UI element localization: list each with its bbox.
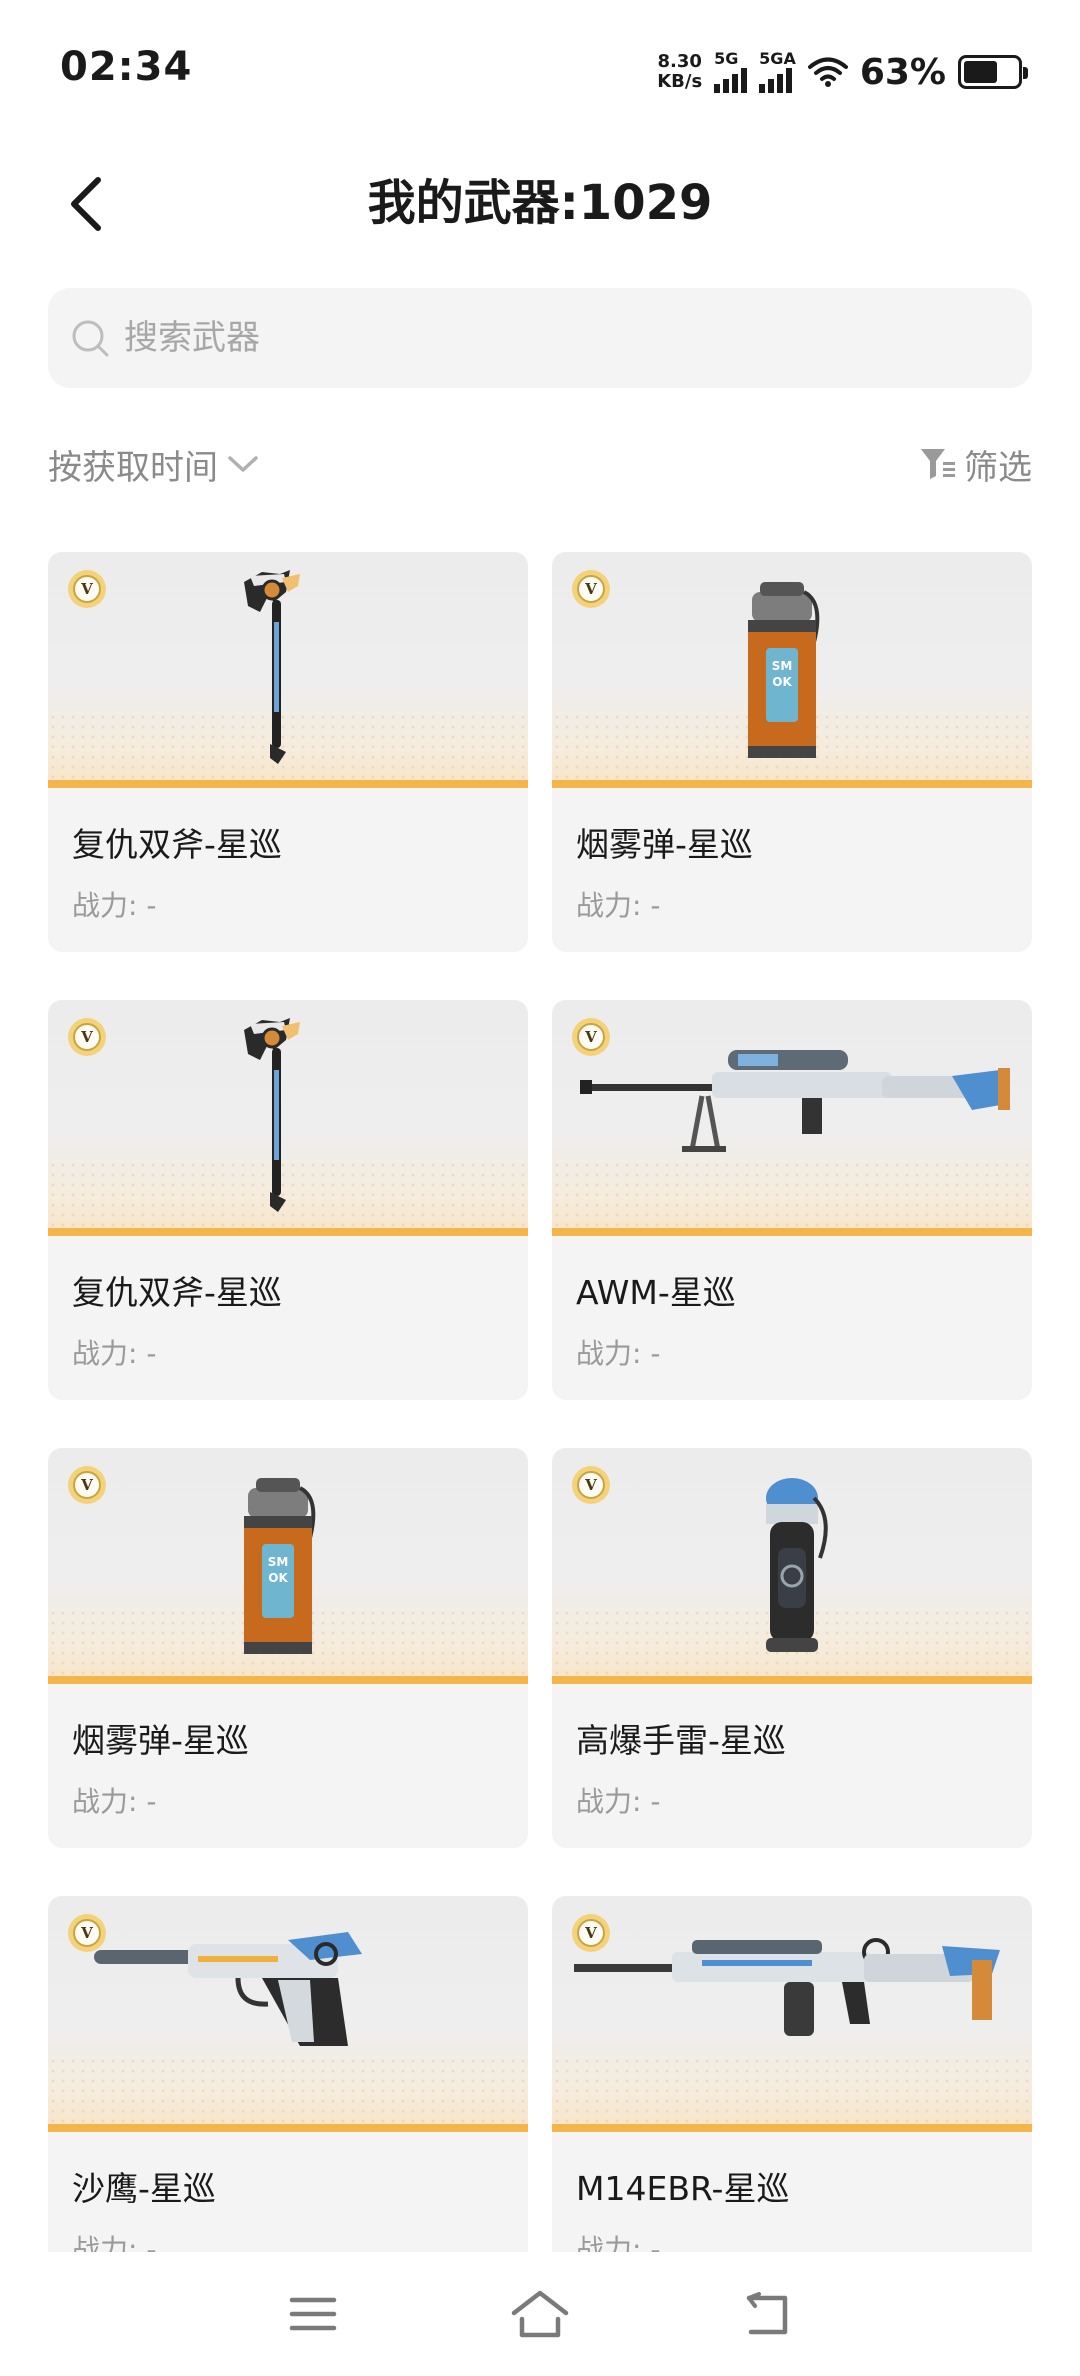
rarity-bar	[552, 780, 1032, 788]
rarity-bar	[48, 1228, 528, 1236]
svg-text:OK: OK	[772, 675, 792, 689]
signal-5g-label: 5G	[714, 49, 739, 68]
weapon-card[interactable]: V M14EBR-星巡 战力: -	[552, 1896, 1032, 2252]
status-bar: 02:34 8.30 KB/s 5G 5GA 63%	[0, 0, 1080, 130]
weapon-image: V	[48, 1896, 528, 2132]
nav-home-button[interactable]	[500, 2274, 580, 2354]
weapon-card[interactable]: V 复仇双斧-星巡 战力: -	[48, 552, 528, 952]
weapon-image: V SM OK	[48, 1448, 528, 1684]
weapon-power: 战力: -	[72, 889, 157, 922]
battery-level	[964, 61, 997, 83]
weapon-grid: V 复仇双斧-星巡 战力: - V SM OK 烟雾弹-星巡 战力: - V 复…	[48, 552, 1032, 2252]
weapon-name: AWM-星巡	[576, 1273, 736, 1312]
weapon-name: 复仇双斧-星巡	[72, 825, 282, 864]
rarity-bar	[48, 1676, 528, 1684]
weapon-power: 战力: -	[576, 1337, 661, 1370]
nav-menu-button[interactable]	[273, 2274, 353, 2354]
signal-5ga-label: 5GA	[759, 49, 796, 68]
rarity-bar	[552, 1676, 1032, 1684]
svg-text:OK: OK	[268, 1571, 288, 1585]
network-speed-value: 8.30	[657, 51, 702, 72]
weapon-power: 战力: -	[576, 889, 661, 922]
search-icon	[72, 320, 109, 357]
chevron-down-icon	[228, 456, 258, 472]
rarity-bar	[48, 2124, 528, 2132]
status-icons: 8.30 KB/s 5G 5GA 63%	[657, 49, 1028, 94]
weapon-name: 沙鹰-星巡	[72, 2169, 216, 2208]
rarity-bar	[552, 2124, 1032, 2132]
search-input[interactable]	[124, 318, 974, 358]
weapon-image: V	[552, 1448, 1032, 1684]
weapon-power: 战力: -	[72, 2233, 157, 2252]
weapon-card[interactable]: V 复仇双斧-星巡 战力: -	[48, 1000, 528, 1400]
weapon-name: 高爆手雷-星巡	[576, 1721, 786, 1760]
weapon-power: 战力: -	[72, 1785, 157, 1818]
filter-button[interactable]: 筛选	[918, 436, 1032, 492]
battery-icon	[958, 55, 1028, 89]
sort-label: 按获取时间	[48, 447, 218, 488]
weapon-card[interactable]: V AWM-星巡 战力: -	[552, 1000, 1032, 1400]
weapon-card[interactable]: V 沙鹰-星巡 战力: -	[48, 1896, 528, 2252]
weapon-image: V	[552, 1896, 1032, 2132]
search-box[interactable]	[48, 288, 1032, 388]
rarity-bar	[48, 780, 528, 788]
svg-text:SM: SM	[268, 1555, 289, 1569]
sort-dropdown[interactable]: 按获取时间	[48, 436, 260, 492]
weapon-name: 复仇双斧-星巡	[72, 1273, 282, 1312]
signal-5g-icon: 5G	[714, 49, 748, 93]
weapon-image: V SM OK	[552, 552, 1032, 788]
menu-icon	[290, 2297, 337, 2331]
network-speed-unit: KB/s	[657, 71, 703, 92]
weapon-image: V	[552, 1000, 1032, 1236]
system-nav-bar	[0, 2252, 1080, 2376]
weapon-power: 战力: -	[576, 2233, 661, 2252]
weapon-power: 战力: -	[576, 1785, 661, 1818]
svg-text:SM: SM	[772, 659, 793, 673]
weapon-name: 烟雾弹-星巡	[72, 1721, 249, 1760]
home-icon	[511, 2290, 569, 2338]
battery-percent: 63%	[859, 51, 946, 93]
rarity-bar	[552, 1228, 1032, 1236]
weapon-power: 战力: -	[72, 1337, 157, 1370]
weapon-card[interactable]: V 高爆手雷-星巡 战力: -	[552, 1448, 1032, 1848]
wifi-icon	[807, 57, 848, 87]
weapon-name: M14EBR-星巡	[576, 2169, 790, 2208]
nav-back-button[interactable]	[727, 2274, 807, 2354]
filter-label: 筛选	[964, 447, 1032, 488]
network-speed: 8.30 KB/s	[657, 52, 702, 92]
back-icon	[746, 2292, 787, 2335]
weapon-card[interactable]: V SM OK 烟雾弹-星巡 战力: -	[552, 552, 1032, 952]
signal-5ga-icon: 5GA	[759, 51, 796, 93]
weapon-image: V	[48, 552, 528, 788]
status-time: 02:34	[60, 44, 193, 90]
filter-icon	[921, 449, 955, 479]
weapon-image: V	[48, 1000, 528, 1236]
weapon-name: 烟雾弹-星巡	[576, 825, 753, 864]
page-title: 我的武器:1029	[367, 175, 713, 231]
weapon-card[interactable]: V SM OK 烟雾弹-星巡 战力: -	[48, 1448, 528, 1848]
